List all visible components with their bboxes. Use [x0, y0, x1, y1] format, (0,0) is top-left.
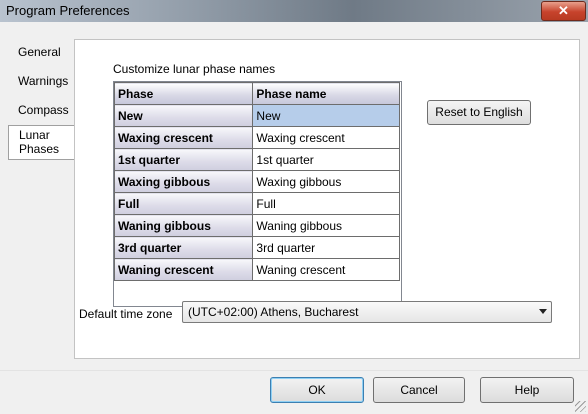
tab-label: Warnings — [18, 74, 69, 88]
tab-list: General Warnings Compass Lunar Phases — [8, 38, 78, 160]
tab-label: Compass — [18, 103, 69, 117]
help-button[interactable]: Help — [480, 377, 574, 403]
title-bar: Program Preferences ✕ — [0, 0, 588, 23]
table-row[interactable]: Waxing crescent Waxing crescent — [114, 126, 400, 149]
window-title: Program Preferences — [6, 3, 130, 18]
phase-cell: New — [114, 104, 254, 127]
timezone-label: Default time zone — [79, 307, 173, 321]
table-row[interactable]: New New — [114, 104, 400, 127]
tab-general[interactable]: General — [8, 38, 76, 67]
table-row[interactable]: 3rd quarter 3rd quarter — [114, 236, 400, 259]
phase-cell: Waxing gibbous — [114, 170, 254, 193]
phase-name-cell[interactable]: Waxing crescent — [252, 126, 400, 149]
table-row[interactable]: Full Full — [114, 192, 400, 215]
phase-cell: 1st quarter — [114, 148, 254, 171]
tab-lunar-phases[interactable]: Lunar Phases — [8, 125, 78, 160]
phase-name-cell[interactable]: Full — [252, 192, 400, 215]
grid-header-row: Phase Phase name — [114, 82, 400, 105]
tab-compass[interactable]: Compass — [8, 96, 76, 125]
section-label: Customize lunar phase names — [113, 62, 276, 76]
table-row[interactable]: 1st quarter 1st quarter — [114, 148, 400, 171]
table-row[interactable]: Waning gibbous Waning gibbous — [114, 214, 400, 237]
timezone-value: (UTC+02:00) Athens, Bucharest — [188, 305, 359, 319]
phase-names-grid[interactable]: Phase Phase name New New Waxing crescent Wa… — [113, 81, 402, 307]
table-row[interactable]: Waxing gibbous Waxing gibbous — [114, 170, 400, 193]
phase-name-cell[interactable]: 1st quarter — [252, 148, 400, 171]
phase-name-cell[interactable]: 3rd quarter — [252, 236, 400, 259]
phase-cell: Waxing crescent — [114, 126, 254, 149]
tab-label: Lunar Phases — [19, 128, 60, 156]
phase-cell: 3rd quarter — [114, 236, 254, 259]
phase-name-cell[interactable]: New — [252, 104, 400, 127]
column-header-phase[interactable]: Phase — [114, 82, 254, 105]
close-button[interactable]: ✕ — [541, 1, 586, 21]
cancel-button[interactable]: Cancel — [373, 377, 465, 403]
table-row[interactable]: Waning crescent Waning crescent — [114, 258, 400, 281]
reset-to-english-button[interactable]: Reset to English — [427, 100, 531, 125]
phase-name-cell[interactable]: Waxing gibbous — [252, 170, 400, 193]
resize-grip[interactable] — [575, 401, 586, 412]
tab-warnings[interactable]: Warnings — [8, 67, 76, 96]
ok-button[interactable]: OK — [270, 377, 364, 403]
phase-cell: Full — [114, 192, 254, 215]
preferences-dialog: General Warnings Compass Lunar Phases Cu… — [0, 22, 588, 414]
timezone-select[interactable]: (UTC+02:00) Athens, Bucharest — [182, 301, 552, 323]
phase-name-cell[interactable]: Waning crescent — [252, 258, 400, 281]
phase-name-cell[interactable]: Waning gibbous — [252, 214, 400, 237]
phase-cell: Waning gibbous — [114, 214, 254, 237]
tab-label: General — [18, 45, 61, 59]
column-header-phase-name[interactable]: Phase name — [252, 82, 400, 105]
close-icon: ✕ — [558, 3, 569, 18]
chevron-down-icon — [539, 309, 547, 314]
phase-cell: Waning crescent — [114, 258, 254, 281]
footer-divider — [0, 370, 588, 371]
